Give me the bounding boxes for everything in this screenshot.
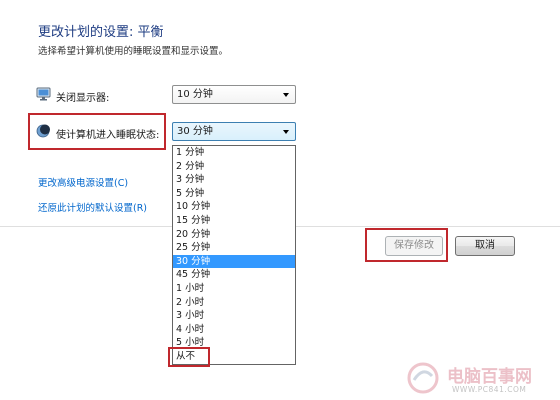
cancel-button[interactable]: 取消 xyxy=(455,236,515,256)
restore-defaults-link[interactable]: 还原此计划的默认设置(R) xyxy=(38,200,147,214)
watermark-name: 电脑百事网 xyxy=(447,367,532,387)
sleep-option[interactable]: 20 分钟 xyxy=(173,228,295,242)
sleep-option[interactable]: 5 分钟 xyxy=(173,187,295,201)
highlight-box-sleep-label xyxy=(28,113,166,150)
sleep-option[interactable]: 3 小时 xyxy=(173,309,295,323)
watermark-logo xyxy=(404,360,442,396)
monitor-icon xyxy=(36,87,51,101)
sleep-option[interactable]: 30 分钟 xyxy=(173,254,295,269)
sleep-option[interactable]: 1 小时 xyxy=(173,282,295,296)
sleep-value: 30 分钟 xyxy=(177,126,213,137)
display-off-label: 关闭显示器: xyxy=(56,93,110,104)
sleep-option[interactable]: 25 分钟 xyxy=(173,241,295,255)
sleep-option[interactable]: 1 分钟 xyxy=(173,146,295,160)
sleep-dropdown[interactable]: 30 分钟 xyxy=(172,122,296,141)
sleep-option[interactable]: 15 分钟 xyxy=(173,214,295,228)
chevron-down-icon xyxy=(283,130,289,134)
sleep-option[interactable]: 4 小时 xyxy=(173,323,295,337)
highlight-box-save-button xyxy=(365,228,448,262)
advanced-power-settings-link[interactable]: 更改高级电源设置(C) xyxy=(38,175,128,189)
display-off-dropdown[interactable]: 10 分钟 xyxy=(172,85,296,104)
sleep-option[interactable]: 2 小时 xyxy=(173,296,295,310)
highlight-box-never-option xyxy=(168,347,210,367)
page-subtitle: 选择希望计算机使用的睡眠设置和显示设置。 xyxy=(38,46,229,57)
watermark-url: WWW.PC841.COM xyxy=(452,385,527,394)
sleep-option[interactable]: 10 分钟 xyxy=(173,200,295,214)
page-title: 更改计划的设置: 平衡 xyxy=(38,25,164,40)
sleep-option[interactable]: 3 分钟 xyxy=(173,173,295,187)
sleep-option[interactable]: 45 分钟 xyxy=(173,268,295,282)
display-off-value: 10 分钟 xyxy=(177,89,213,100)
sleep-option[interactable]: 2 分钟 xyxy=(173,160,295,174)
sleep-options-list[interactable]: 1 分钟 2 分钟 3 分钟 5 分钟 10 分钟 15 分钟 20 分钟 25 分钟 30 分… xyxy=(172,145,296,365)
chevron-down-icon xyxy=(283,93,289,97)
